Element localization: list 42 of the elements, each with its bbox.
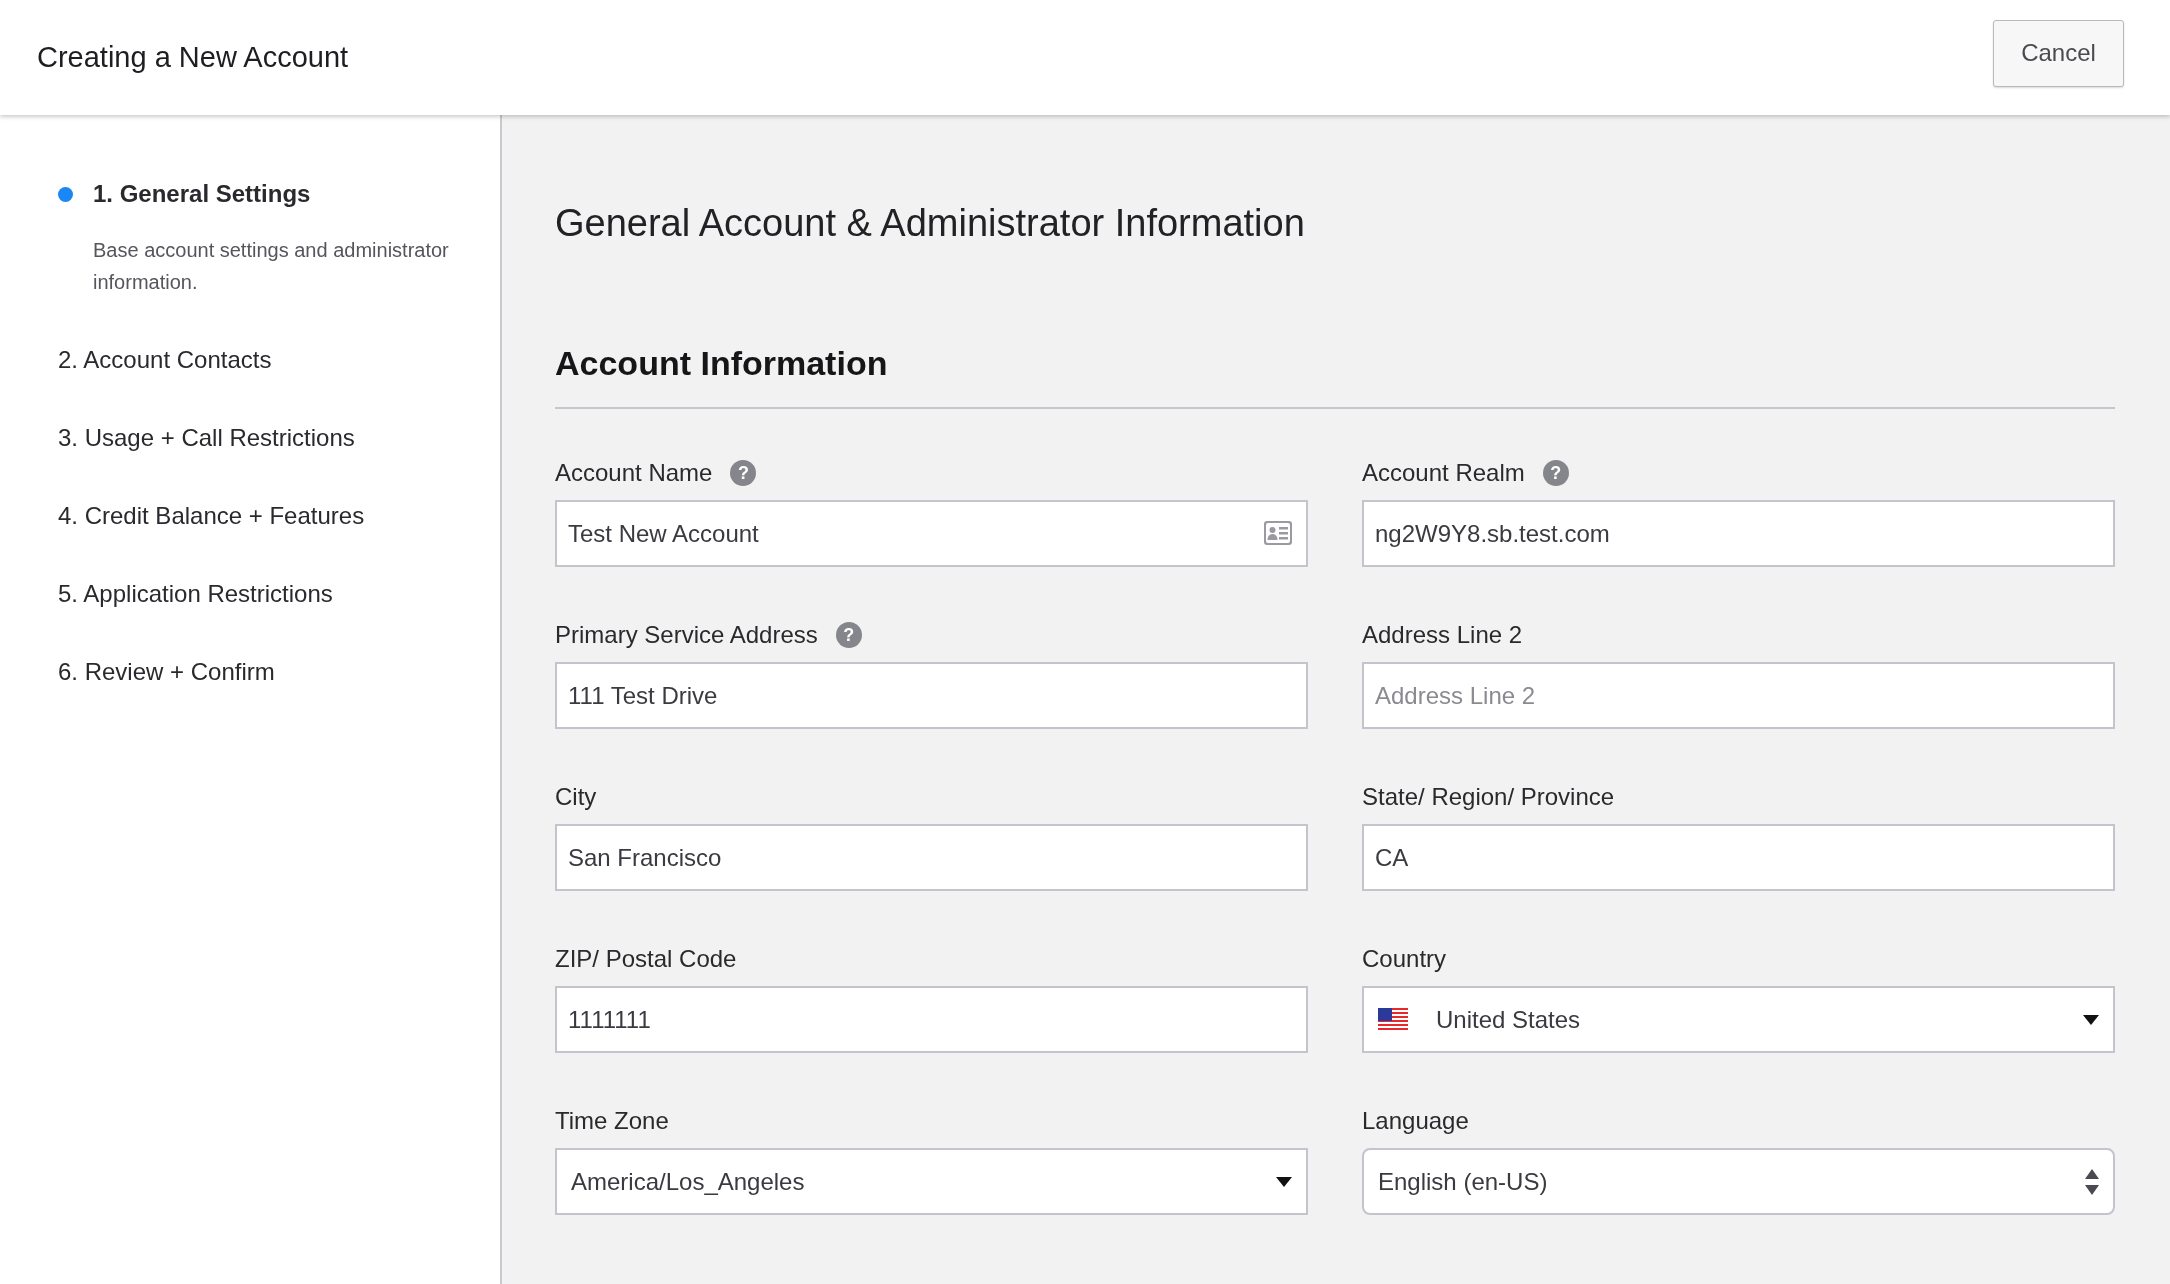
contact-card-icon	[1264, 521, 1292, 545]
field-label: State/ Region/ Province	[1362, 782, 1615, 812]
step-link[interactable]: 2. Account Contacts	[58, 342, 272, 378]
field-label: Address Line 2	[1362, 620, 1523, 650]
text-field[interactable]: 111 Test Drive	[555, 662, 1308, 729]
text-field[interactable]: Address Line 2	[1362, 662, 2115, 729]
selected-value: United States	[1436, 1004, 1582, 1035]
selected-value: America/Los_Angeles	[571, 1166, 806, 1197]
text-field[interactable]: Test New Account	[555, 500, 1308, 567]
flag-icon	[1378, 1007, 1408, 1032]
dropdown-field[interactable]: English (en-US)	[1362, 1148, 2115, 1215]
dropdown-field[interactable]: United States	[1362, 986, 2115, 1053]
field-label: Language	[1362, 1106, 1469, 1136]
help-icon[interactable]: ?	[1542, 460, 1569, 486]
field-label: City	[555, 782, 597, 812]
field-label: Account Realm	[1362, 458, 1525, 488]
step-link[interactable]: 1. General Settings	[93, 176, 311, 212]
text-field[interactable]: San Francisco	[555, 824, 1308, 891]
field-label: Primary Service Address	[555, 620, 818, 650]
step-link[interactable]: 4. Credit Balance + Features	[58, 498, 365, 534]
dropdown-field[interactable]: America/Los_Angeles	[555, 1148, 1308, 1215]
field-label: ZIP/ Postal Code	[555, 944, 737, 974]
up-down-arrows-icon	[2085, 1168, 2099, 1195]
step-link[interactable]: 5. Application Restrictions	[58, 576, 333, 612]
page-heading: General Account & Administrator Information	[555, 201, 1306, 246]
section-heading: Account Information	[555, 343, 889, 384]
cancel-button[interactable]: Cancel	[1993, 19, 2124, 87]
help-icon[interactable]: ?	[730, 460, 757, 486]
step-link[interactable]: 3. Usage + Call Restrictions	[58, 420, 355, 456]
page-header-title: Creating a New Account	[37, 39, 349, 75]
field-label: Time Zone	[555, 1106, 669, 1136]
caret-down-icon	[1276, 1176, 1292, 1187]
field-label: Account Name	[555, 458, 713, 488]
text-field[interactable]: 1111111	[555, 986, 1308, 1053]
text-field[interactable]: ng2W9Y8.sb.test.com	[1362, 500, 2115, 567]
help-icon[interactable]: ?	[835, 622, 862, 648]
step-link[interactable]: 6. Review + Confirm	[58, 654, 275, 690]
step-description: Base account settings and administrator information.	[93, 238, 450, 295]
field-label: Country	[1362, 944, 1447, 974]
selected-value: English (en-US)	[1378, 1166, 1549, 1197]
text-field[interactable]: CA	[1362, 824, 2115, 891]
caret-down-icon	[2083, 1014, 2099, 1025]
